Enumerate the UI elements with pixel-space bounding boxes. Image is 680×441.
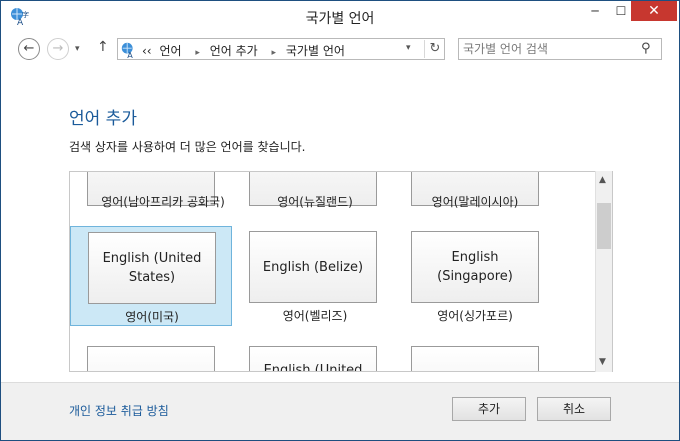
search-input[interactable] [463,41,633,57]
close-button[interactable]: ✕ [631,1,677,21]
minimize-button[interactable]: ─ [582,1,608,21]
language-tile-name: English (United States) [88,232,216,304]
language-icon: A [121,42,133,59]
breadcrumb-language[interactable]: 언어 [159,44,181,58]
cancel-button[interactable]: 취소 [537,397,611,421]
recent-locations-icon[interactable]: ▾ [75,44,80,54]
search-icon[interactable]: ⚲ [641,41,651,56]
breadcrumb-overflow[interactable]: ‹‹ [142,44,152,58]
scroll-thumb[interactable] [597,203,611,249]
navigation-bar: ← → ▾ ↑ A ‹‹ 언어 ▸ 언어 추가 ▸ 국가별 언어 ▾ ↻ ⚲ [1,32,679,66]
add-button[interactable]: 추가 [452,397,526,421]
chevron-down-icon[interactable]: ▾ [406,43,411,53]
vertical-scrollbar[interactable]: ▲ ▼ [595,171,612,372]
language-tile[interactable]: English (Belize) 영어(벨리즈) [248,226,410,326]
language-tile-name: English (United [249,346,377,371]
chevron-right-icon[interactable]: ▸ [272,48,277,58]
up-button[interactable]: ↑ [97,39,109,55]
add-language-window: A 字 국가별 언어 ─ ☐ ✕ ← → ▾ ↑ A ‹‹ 언어 ▸ 언어 추가… [0,0,680,441]
forward-button[interactable]: → [47,38,69,60]
breadcrumb-add-language[interactable]: 언어 추가 [210,44,258,58]
breadcrumb-regional-language[interactable]: 국가별 언어 [286,44,345,58]
language-tile-name: English (Singapore) [411,231,539,303]
language-tile[interactable]: 영어(뉴질랜드) [248,172,410,209]
language-tile-selected[interactable]: English (United States) 영어(미국) [70,226,232,326]
breadcrumb: ‹‹ 언어 ▸ 언어 추가 ▸ 국가별 언어 [142,42,349,59]
language-tile-label: 영어(남아프리카 공화국) [101,195,225,209]
language-tile-label: 영어(벨리즈) [282,309,348,323]
language-tile[interactable]: 영어(남아프리카 공화국) [82,172,244,209]
language-tile-label: 영어(뉴질랜드) [277,195,353,209]
language-tile-name: English (Belize) [249,231,377,303]
language-tile-label: 영어(싱가포르) [437,309,513,323]
scroll-up-icon[interactable]: ▲ [599,175,606,185]
language-tile-label: 영어(미국) [125,310,179,324]
language-tile[interactable] [410,346,572,371]
page-title: 언어 추가 [69,109,137,129]
search-box[interactable]: ⚲ [458,38,662,60]
language-list: 영어(남아프리카 공화국) 영어(뉴질랜드) 영어(말레이시아) English… [69,171,613,372]
scroll-down-icon[interactable]: ▼ [599,357,606,367]
language-tile[interactable]: English (United [248,346,410,371]
footer: 개인 정보 취급 방침 추가 취소 [1,382,679,440]
language-tile-label: 영어(말레이시아) [431,195,519,209]
language-tile[interactable]: English (Singapore) 영어(싱가포르) [410,226,572,326]
privacy-link[interactable]: 개인 정보 취급 방침 [69,402,169,419]
language-tile-name [87,346,215,371]
language-tile[interactable] [82,346,244,371]
title-bar: A 字 국가별 언어 ─ ☐ ✕ [1,1,679,31]
back-button[interactable]: ← [18,38,40,60]
refresh-icon[interactable]: ↻ [424,40,445,58]
address-bar[interactable]: A ‹‹ 언어 ▸ 언어 추가 ▸ 국가별 언어 ▾ ↻ [117,38,445,60]
chevron-right-icon[interactable]: ▸ [195,48,200,58]
language-tile-name [411,346,539,371]
language-tile[interactable]: 영어(말레이시아) [410,172,572,209]
window-title: 국가별 언어 [305,11,375,27]
svg-text:A: A [127,50,133,59]
page-description: 검색 상자를 사용하여 더 많은 언어를 찾습니다. [69,140,306,154]
